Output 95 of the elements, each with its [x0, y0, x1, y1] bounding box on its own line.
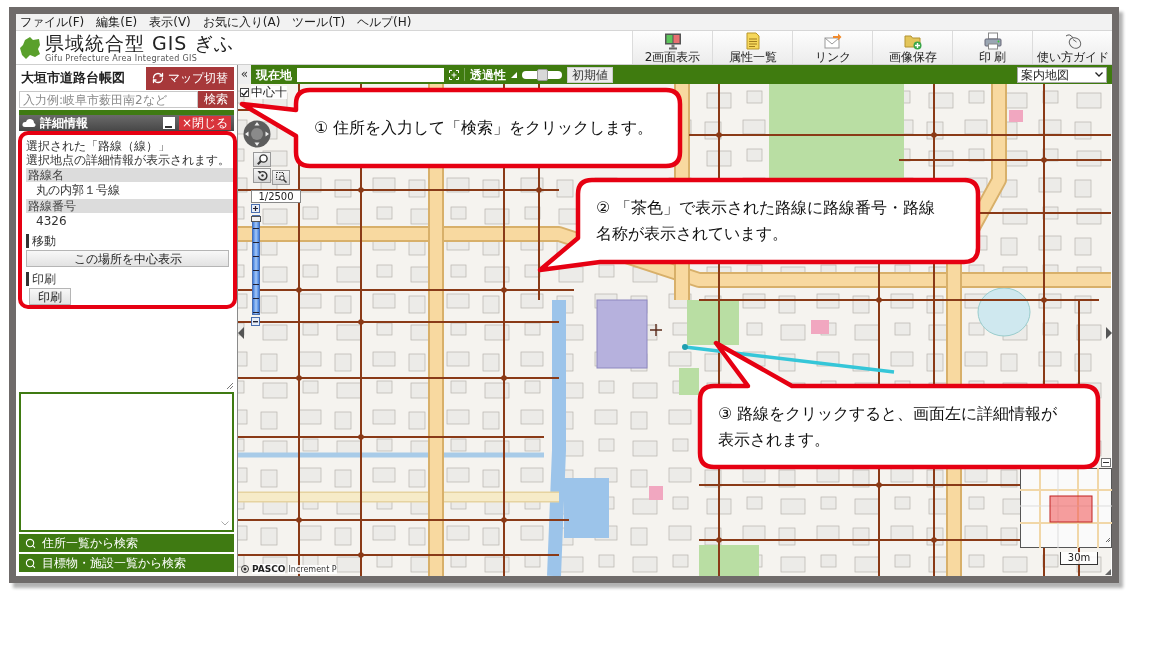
zoom-in-button[interactable] [251, 204, 260, 213]
scale-bar: 30m [1060, 552, 1098, 565]
pond [977, 287, 1031, 337]
zoom-out-button[interactable] [251, 317, 260, 326]
search-icon [25, 557, 36, 569]
park-area [687, 300, 739, 345]
plus-icon [253, 206, 258, 211]
minimize-icon [1103, 462, 1109, 463]
cloud-icon [22, 118, 36, 128]
zoom-slider-thumb[interactable] [251, 216, 261, 222]
panel-title: 詳細情報 [40, 116, 88, 130]
resize-grip-icon[interactable] [227, 383, 233, 389]
callout-text: ① 住所を入力して「検索」をクリックします。 [314, 117, 654, 139]
location-label: 現在地 [256, 67, 292, 82]
transparency-slider[interactable] [522, 70, 562, 79]
toolbar-button[interactable]: 使い方ガイド [1032, 31, 1112, 64]
close-button[interactable]: ×閉じる [178, 116, 231, 130]
reset-button[interactable]: 初期値 [567, 66, 613, 83]
info-text: 選択された「路線（線）」 [26, 139, 171, 153]
callout-text: ② 「茶色」で表示された路線に路線番号・路線名称が表示されています。 [596, 197, 937, 245]
search-button[interactable]: 検索 [198, 91, 234, 108]
search-link-button[interactable]: 住所一覧から検索 [19, 534, 234, 552]
field-label: 路線名 [26, 168, 233, 182]
document-icon [743, 31, 762, 50]
scale-label: 1/2500 [251, 190, 301, 203]
minimize-button[interactable] [1101, 458, 1111, 467]
field-value: 4326 [35, 213, 68, 229]
minimize-icon [165, 126, 173, 128]
minus-icon [253, 320, 258, 323]
pan-dial-icon[interactable] [243, 120, 271, 148]
mouse-icon [1063, 31, 1082, 50]
park-area [699, 545, 759, 576]
menu-item[interactable]: お気に入り(A) [202, 15, 281, 29]
right-arrow-icon[interactable] [1106, 327, 1112, 339]
checkbox-label: 中心十 [251, 86, 287, 99]
field-value: 丸の内郭１号線 [35, 182, 121, 198]
print-button[interactable]: 印刷 [29, 288, 71, 305]
slider-thumb[interactable] [536, 68, 548, 81]
triangle-icon [511, 71, 517, 78]
building [1009, 110, 1023, 122]
left-arrow-icon[interactable] [238, 327, 244, 339]
pond [564, 478, 609, 538]
crosshair-icon [650, 324, 662, 336]
info-text: 選択地点の詳細情報が表示されます。 [26, 153, 231, 167]
center-map-button[interactable]: この場所を中心表示 [26, 250, 229, 267]
zoom-button[interactable] [253, 152, 271, 167]
check-icon [241, 89, 248, 96]
printer-icon [983, 31, 1002, 50]
reset-view-button[interactable] [253, 168, 271, 183]
transparency-label: 透過性 [470, 67, 506, 82]
checkbox[interactable] [240, 88, 249, 97]
search-link-button[interactable]: 目標物・施設一覧から検索 [19, 554, 234, 572]
large-building [596, 299, 648, 369]
location-field[interactable] [297, 67, 444, 82]
toolbar-button[interactable]: リンク [792, 31, 872, 64]
resize-grip-icon[interactable] [1105, 569, 1111, 575]
credit-provider: Increment P [288, 564, 337, 574]
toolbar-button[interactable]: 印 刷 [952, 31, 1032, 64]
menu-item[interactable]: ヘルプ(H) [357, 15, 412, 29]
search-field[interactable]: 入力例:岐阜市薮田南2など [19, 91, 198, 108]
refresh-icon [152, 72, 164, 84]
basemap-select[interactable]: 案内地図 [1017, 66, 1107, 83]
credit-brand: PASCO [252, 564, 286, 574]
app-title: 県域統合型 GIS ぎふ [45, 32, 235, 54]
menu-item[interactable]: ツール(T) [292, 15, 346, 29]
zoom-area-button[interactable] [272, 170, 290, 185]
crosshair-icon[interactable] [449, 69, 459, 80]
box-magnifier-icon [275, 172, 287, 183]
toolbar-button[interactable]: 画像保存 [872, 31, 952, 64]
toolbar-button[interactable]: 2画面表示 [632, 31, 712, 64]
search-icon [25, 537, 36, 549]
envelope-icon [823, 31, 842, 50]
monitor-icon [663, 31, 682, 50]
callout-text: ③ 路線をクリックすると、画面左に詳細情報が表示されます。 [718, 402, 1059, 451]
chevron-down-icon [1095, 72, 1103, 77]
rotate-icon [256, 170, 268, 181]
app-subtitle: Gifu Prefecture Area Integrated GIS [45, 54, 198, 63]
map-switch-button[interactable]: マップ切替 [146, 66, 234, 90]
map-title: 大垣市道路台帳図 [21, 69, 125, 87]
park-area [679, 368, 699, 395]
menu-item[interactable]: ファイル(F) [20, 15, 85, 29]
minimize-button[interactable] [162, 117, 175, 129]
selected-route-line[interactable] [682, 344, 895, 374]
zoom-slider[interactable] [252, 215, 260, 315]
logo-icon [19, 35, 41, 60]
building [811, 320, 829, 334]
toolbar-button[interactable]: 属性一覧 [712, 31, 792, 64]
menu-item[interactable]: 編集(E) [96, 15, 138, 29]
menu-item[interactable]: 表示(V) [149, 15, 191, 29]
collapse-button[interactable]: « [238, 65, 251, 84]
credit-logo-icon [241, 565, 249, 573]
overview-map-drawing[interactable] [1020, 468, 1112, 548]
magnifier-icon [256, 154, 268, 165]
building [649, 486, 663, 500]
field-label: 路線番号 [26, 199, 233, 213]
